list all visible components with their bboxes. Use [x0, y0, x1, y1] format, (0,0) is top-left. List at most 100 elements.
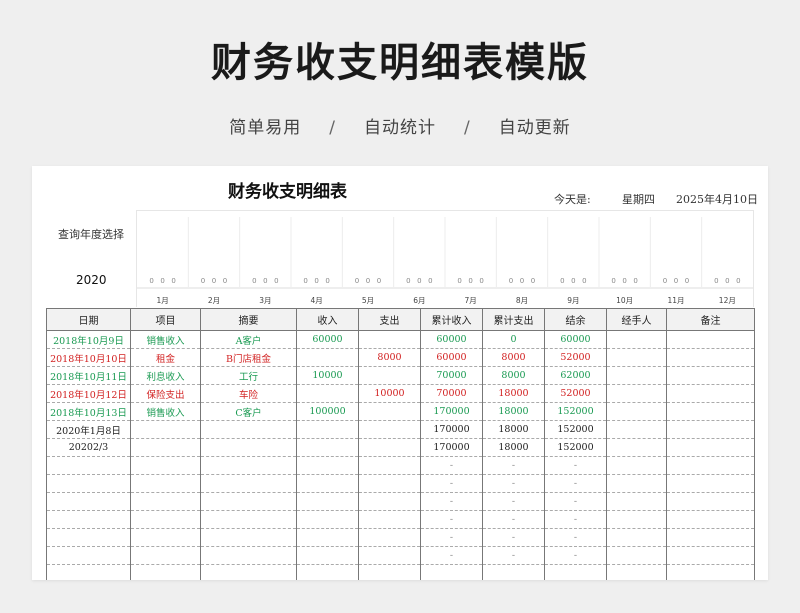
table-cell[interactable]: [358, 402, 421, 421]
table-cell[interactable]: [130, 564, 201, 580]
table-cell[interactable]: [358, 366, 421, 385]
table-cell[interactable]: [606, 474, 667, 493]
table-cell[interactable]: 2020年1月8日: [46, 420, 131, 439]
table-cell[interactable]: [606, 330, 667, 349]
table-cell[interactable]: [666, 564, 755, 580]
table-cell[interactable]: 152000: [544, 402, 607, 421]
table-cell[interactable]: [200, 456, 297, 475]
table-cell[interactable]: -: [420, 528, 483, 547]
table-cell[interactable]: [606, 348, 667, 367]
table-cell[interactable]: -: [544, 528, 607, 547]
table-cell[interactable]: [46, 546, 131, 565]
table-cell[interactable]: 0: [482, 330, 545, 349]
table-cell[interactable]: 18000: [482, 402, 545, 421]
table-cell[interactable]: -: [544, 474, 607, 493]
table-cell[interactable]: [358, 420, 421, 439]
table-cell[interactable]: [130, 438, 201, 457]
table-cell[interactable]: [296, 510, 359, 529]
table-cell[interactable]: A客户: [200, 330, 297, 349]
table-cell[interactable]: [130, 456, 201, 475]
table-cell[interactable]: [606, 492, 667, 511]
table-cell[interactable]: 52000: [544, 348, 607, 367]
table-cell[interactable]: [606, 366, 667, 385]
table-cell[interactable]: 2018年10月11日: [46, 366, 131, 385]
table-cell[interactable]: -: [482, 456, 545, 475]
table-cell[interactable]: 20202/3: [46, 438, 131, 457]
table-cell[interactable]: [296, 348, 359, 367]
table-cell[interactable]: [606, 420, 667, 439]
table-cell[interactable]: -: [420, 456, 483, 475]
table-cell[interactable]: [358, 546, 421, 565]
table-cell[interactable]: [666, 330, 755, 349]
table-cell[interactable]: [46, 456, 131, 475]
table-cell[interactable]: [666, 402, 755, 421]
table-cell[interactable]: 10000: [358, 384, 421, 403]
table-cell[interactable]: -: [420, 546, 483, 565]
table-cell[interactable]: -: [544, 510, 607, 529]
table-cell[interactable]: 工行: [200, 366, 297, 385]
table-cell[interactable]: 52000: [544, 384, 607, 403]
table-cell[interactable]: [358, 456, 421, 475]
table-cell[interactable]: 利息收入: [130, 366, 201, 385]
table-cell[interactable]: [666, 438, 755, 457]
table-cell[interactable]: [358, 510, 421, 529]
table-cell[interactable]: [296, 438, 359, 457]
table-cell[interactable]: [606, 546, 667, 565]
table-cell[interactable]: [358, 564, 421, 580]
table-cell[interactable]: [130, 528, 201, 547]
table-cell[interactable]: -: [544, 546, 607, 565]
year-select[interactable]: 2020: [76, 273, 107, 287]
table-cell[interactable]: [130, 420, 201, 439]
table-cell[interactable]: -: [482, 528, 545, 547]
table-cell[interactable]: B门店租金: [200, 348, 297, 367]
table-cell[interactable]: 152000: [544, 420, 607, 439]
table-cell[interactable]: 60000: [420, 348, 483, 367]
table-cell[interactable]: [296, 528, 359, 547]
table-cell[interactable]: [130, 546, 201, 565]
table-cell[interactable]: [200, 528, 297, 547]
table-cell[interactable]: 车险: [200, 384, 297, 403]
table-cell[interactable]: -: [420, 510, 483, 529]
table-cell[interactable]: 60000: [296, 330, 359, 349]
table-cell[interactable]: [666, 528, 755, 547]
table-cell[interactable]: [606, 402, 667, 421]
table-cell[interactable]: [666, 348, 755, 367]
table-cell[interactable]: [46, 474, 131, 493]
table-cell[interactable]: [200, 474, 297, 493]
table-cell[interactable]: 152000: [544, 438, 607, 457]
table-cell[interactable]: -: [482, 546, 545, 565]
table-cell[interactable]: 8000: [482, 348, 545, 367]
table-cell[interactable]: [296, 546, 359, 565]
table-cell[interactable]: -: [544, 492, 607, 511]
table-cell[interactable]: [420, 564, 483, 580]
table-cell[interactable]: 18000: [482, 384, 545, 403]
table-cell[interactable]: 8000: [358, 348, 421, 367]
table-cell[interactable]: 170000: [420, 438, 483, 457]
table-cell[interactable]: [666, 474, 755, 493]
table-cell[interactable]: 70000: [420, 366, 483, 385]
table-cell[interactable]: [606, 528, 667, 547]
table-cell[interactable]: [200, 420, 297, 439]
table-cell[interactable]: [606, 564, 667, 580]
table-cell[interactable]: [482, 564, 545, 580]
table-cell[interactable]: [200, 546, 297, 565]
table-cell[interactable]: 18000: [482, 420, 545, 439]
table-cell[interactable]: [130, 492, 201, 511]
table-cell[interactable]: [200, 564, 297, 580]
table-cell[interactable]: [296, 384, 359, 403]
table-cell[interactable]: [130, 474, 201, 493]
table-cell[interactable]: [130, 510, 201, 529]
table-cell[interactable]: [666, 510, 755, 529]
table-cell[interactable]: C客户: [200, 402, 297, 421]
table-cell[interactable]: 保险支出: [130, 384, 201, 403]
table-cell[interactable]: [296, 564, 359, 580]
table-cell[interactable]: [666, 546, 755, 565]
table-cell[interactable]: 销售收入: [130, 402, 201, 421]
table-cell[interactable]: [296, 456, 359, 475]
table-cell[interactable]: 62000: [544, 366, 607, 385]
table-cell[interactable]: 8000: [482, 366, 545, 385]
table-cell[interactable]: [46, 564, 131, 580]
table-cell[interactable]: [358, 330, 421, 349]
table-cell[interactable]: -: [544, 456, 607, 475]
table-cell[interactable]: [296, 474, 359, 493]
